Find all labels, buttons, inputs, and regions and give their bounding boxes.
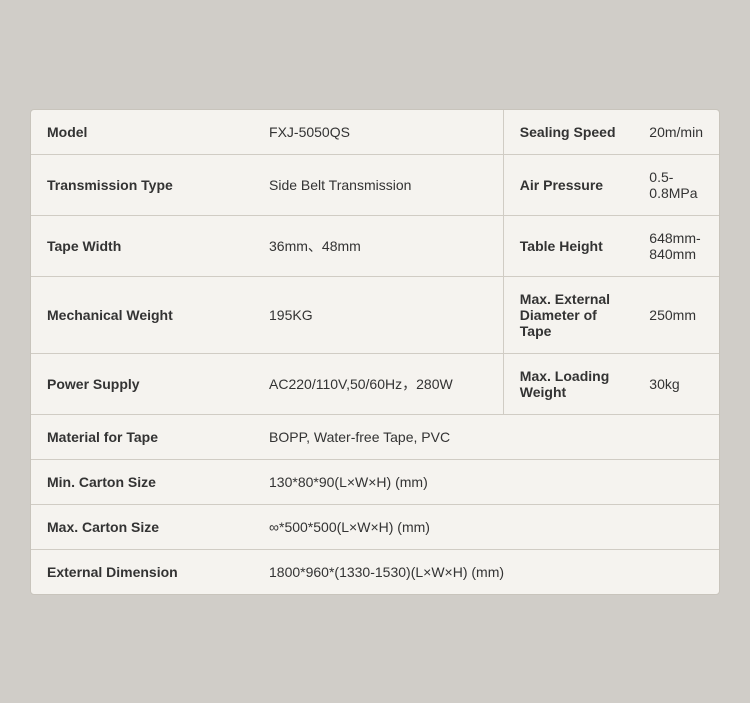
label-right-2: Table Height [503,215,633,276]
specifications-table: Model FXJ-5050QS Sealing Speed 20m/min T… [31,110,719,594]
value-right-4: 30kg [633,353,719,414]
label-right-1: Air Pressure [503,154,633,215]
label-full-6: Min. Carton Size [31,459,253,504]
value-right-2: 648mm-840mm [633,215,719,276]
value-right-0: 20m/min [633,110,719,155]
value-full-7: ∞*500*500(L×W×H) (mm) [253,504,719,549]
label-full-5: Material for Tape [31,414,253,459]
label-left-3: Mechanical Weight [31,276,253,353]
label-left-4: Power Supply [31,353,253,414]
spec-table-container: Model FXJ-5050QS Sealing Speed 20m/min T… [30,109,720,595]
value-right-3: 250mm [633,276,719,353]
value-left-2: 36mm、48mm [253,215,503,276]
label-full-7: Max. Carton Size [31,504,253,549]
value-right-1: 0.5-0.8MPa [633,154,719,215]
value-full-8: 1800*960*(1330-1530)(L×W×H) (mm) [253,549,719,594]
value-full-6: 130*80*90(L×W×H) (mm) [253,459,719,504]
label-left-2: Tape Width [31,215,253,276]
label-right-3: Max. External Diameter of Tape [503,276,633,353]
label-left-1: Transmission Type [31,154,253,215]
value-left-0: FXJ-5050QS [253,110,503,155]
value-left-1: Side Belt Transmission [253,154,503,215]
label-full-8: External Dimension [31,549,253,594]
value-left-3: 195KG [253,276,503,353]
value-left-4: AC220/110V,50/60Hz，280W [253,353,503,414]
value-full-5: BOPP, Water-free Tape, PVC [253,414,719,459]
label-right-4: Max. Loading Weight [503,353,633,414]
label-right-0: Sealing Speed [503,110,633,155]
label-left-0: Model [31,110,253,155]
